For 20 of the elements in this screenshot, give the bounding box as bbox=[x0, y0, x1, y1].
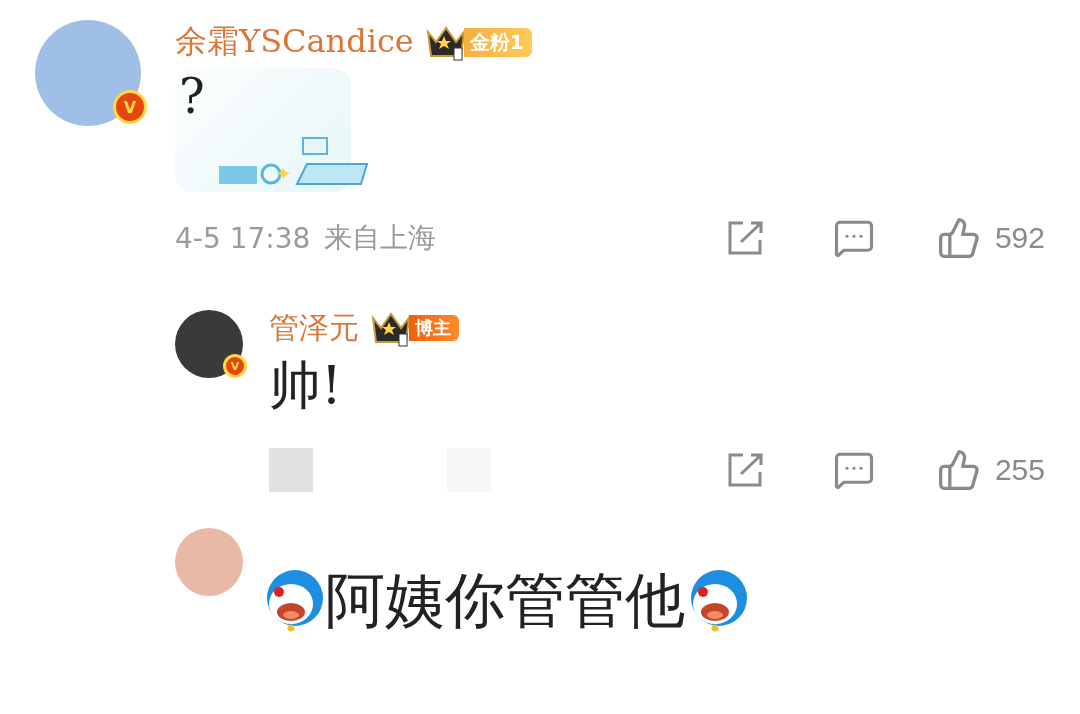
thumbs-up-icon bbox=[936, 216, 981, 260]
like-button[interactable]: 592 bbox=[936, 216, 1045, 260]
share-icon bbox=[726, 452, 765, 489]
comment-text: 帅! bbox=[269, 354, 342, 417]
share-icon bbox=[726, 220, 765, 256]
comment-time: 4-5 17:38 bbox=[175, 221, 311, 255]
share-button[interactable] bbox=[726, 220, 765, 256]
fan-badge: 金粉1 bbox=[463, 27, 532, 57]
verified-badge: V bbox=[223, 354, 247, 378]
thumbs-up-icon bbox=[936, 448, 981, 493]
like-button[interactable]: 255 bbox=[936, 448, 1045, 493]
fan-badge: 博主 bbox=[409, 315, 459, 341]
comment-text: ? bbox=[179, 68, 206, 126]
image-placeholder bbox=[269, 448, 313, 493]
comment-location: 来自上海 bbox=[324, 220, 437, 256]
verified-badge: V bbox=[113, 90, 147, 124]
username[interactable]: 管泽元 bbox=[269, 307, 359, 349]
username[interactable]: 余霜YSCandice bbox=[175, 20, 414, 64]
comment-text: 阿姨你管管他 bbox=[325, 564, 685, 637]
share-button[interactable] bbox=[726, 452, 765, 489]
